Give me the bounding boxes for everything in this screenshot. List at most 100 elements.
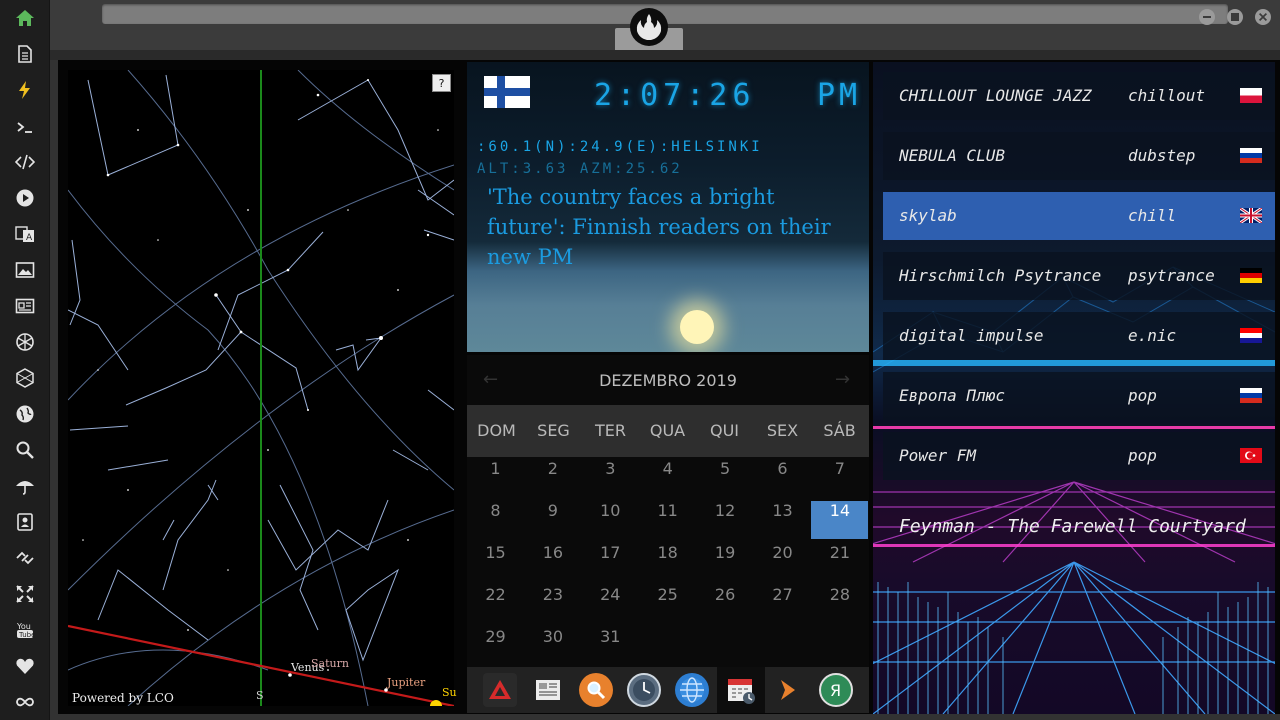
calendar-day[interactable]: 15 xyxy=(467,543,524,581)
expand-icon[interactable] xyxy=(13,582,37,606)
image-icon[interactable] xyxy=(13,258,37,282)
calendar-day[interactable]: 11 xyxy=(639,501,696,539)
translate-icon[interactable]: A xyxy=(13,222,37,246)
calendar-day[interactable]: 30 xyxy=(524,627,581,665)
hexagon-icon[interactable] xyxy=(13,366,37,390)
radio-station-row[interactable]: CHILLOUT LOUNGE JAZZ chillout xyxy=(883,72,1275,120)
calendar-day[interactable]: 19 xyxy=(697,543,754,581)
infinity-icon[interactable] xyxy=(13,690,37,714)
calendar-day[interactable]: 24 xyxy=(582,585,639,623)
sun-label: Su xyxy=(442,686,457,699)
youtube-icon[interactable]: You Tube xyxy=(13,618,37,642)
calendar-day[interactable]: 6 xyxy=(754,459,811,497)
calendar-month-title: DEZEMBRO 2019 xyxy=(599,371,737,390)
station-genre: pop xyxy=(1128,446,1157,465)
calendar-app-icon[interactable] xyxy=(724,673,758,707)
clock-app-icon[interactable] xyxy=(627,673,661,707)
now-playing-track: Feynman - The Farewell Courtyard xyxy=(899,516,1246,537)
lightning-icon[interactable] xyxy=(13,78,37,102)
calendar-day[interactable]: 28 xyxy=(811,585,868,623)
calendar-day[interactable]: 27 xyxy=(754,585,811,623)
calendar-day[interactable]: 3 xyxy=(582,459,639,497)
calendar-day[interactable]: 4 xyxy=(639,459,696,497)
germany-flag-icon xyxy=(1240,268,1262,283)
calendar-day[interactable]: 13 xyxy=(754,501,811,539)
calendar-day[interactable]: 2 xyxy=(524,459,581,497)
saturn-label: Saturn xyxy=(311,657,349,670)
poland-flag-icon xyxy=(1240,88,1262,103)
station-name: skylab xyxy=(899,206,957,225)
search-app-icon[interactable] xyxy=(579,673,613,707)
calendar-day[interactable]: 25 xyxy=(639,585,696,623)
calendar-day[interactable]: 12 xyxy=(697,501,754,539)
weekday-label: TER xyxy=(595,421,626,440)
search-icon[interactable] xyxy=(13,438,37,462)
radio-station-row[interactable]: NEBULA CLUB dubstep xyxy=(883,132,1275,180)
svg-text:You: You xyxy=(16,622,31,631)
calendar-day[interactable]: 16 xyxy=(524,543,581,581)
heart-icon[interactable] xyxy=(13,654,37,678)
red-triangle-app-icon[interactable] xyxy=(483,673,517,707)
sun-icon xyxy=(680,310,714,344)
calendar-day[interactable]: 7 xyxy=(811,459,868,497)
calendar-day[interactable]: 10 xyxy=(582,501,639,539)
calendar-day-today[interactable]: 14 xyxy=(811,501,869,539)
calendar-day[interactable]: 9 xyxy=(524,501,581,539)
clock-time: 2:07:26 xyxy=(594,78,756,113)
link-icon[interactable] xyxy=(13,546,37,570)
station-name: Power FM xyxy=(899,446,977,465)
skymap-help-button[interactable]: ? xyxy=(432,74,451,92)
calendar-day[interactable]: 26 xyxy=(697,585,754,623)
calendar-day[interactable]: 23 xyxy=(524,585,581,623)
globe-icon[interactable] xyxy=(13,402,37,426)
calendar-day[interactable]: 20 xyxy=(754,543,811,581)
radio-station-row-selected[interactable]: skylab chill xyxy=(883,192,1275,240)
globe-app-icon[interactable] xyxy=(675,673,709,707)
sky-map[interactable] xyxy=(68,70,454,706)
calendar-next-button[interactable]: → xyxy=(835,369,850,390)
close-button[interactable] xyxy=(1255,9,1271,25)
powered-by-label: Powered by LCO xyxy=(72,691,174,705)
station-name: Hirschmilch Psytrance xyxy=(899,266,1102,285)
radio-station-row[interactable]: Power FM pop xyxy=(883,432,1275,480)
svg-text:A: A xyxy=(26,233,33,243)
station-genre: dubstep xyxy=(1128,146,1196,165)
clock-location: :60.1(N):24.9(E):HELSINKI xyxy=(477,139,763,155)
weekday-label: SÁB xyxy=(823,421,856,440)
separator-strip xyxy=(50,50,1280,60)
news-headline[interactable]: 'The country faces a bright future': Fin… xyxy=(487,182,857,272)
calendar-day[interactable]: 31 xyxy=(582,627,639,665)
calendar-day[interactable]: 1 xyxy=(467,459,524,497)
radio-station-row[interactable]: Европа Плюс pop xyxy=(883,372,1275,420)
news-app-icon[interactable] xyxy=(531,673,565,707)
yandex-app-icon[interactable]: Я xyxy=(819,673,853,707)
aperture-icon[interactable] xyxy=(13,330,37,354)
terminal-icon[interactable] xyxy=(13,115,37,139)
calendar-day[interactable]: 18 xyxy=(639,543,696,581)
code-icon[interactable] xyxy=(13,150,37,174)
south-label: S xyxy=(256,689,264,702)
calendar-day[interactable]: 21 xyxy=(811,543,868,581)
arrow-app-icon[interactable] xyxy=(771,673,805,707)
finland-flag-icon xyxy=(484,76,530,108)
maximize-button[interactable] xyxy=(1227,9,1243,25)
calendar-day[interactable]: 29 xyxy=(467,627,524,665)
calendar-day[interactable]: 17 xyxy=(582,543,639,581)
russia-flag-icon xyxy=(1240,148,1262,163)
app-sidebar: A You Tube xyxy=(0,0,50,720)
radio-station-row[interactable]: digital impulse e.nic xyxy=(883,312,1275,360)
umbrella-icon[interactable] xyxy=(13,474,37,498)
calendar-day[interactable]: 8 xyxy=(467,501,524,539)
desktop: A You Tube ? Venus Saturn Jupiter Su S P… xyxy=(0,0,1280,720)
radio-station-row[interactable]: Hirschmilch Psytrance psytrance xyxy=(883,252,1275,300)
uk-flag-icon xyxy=(1240,208,1262,223)
home-icon[interactable] xyxy=(13,6,37,30)
minimize-button[interactable] xyxy=(1199,9,1215,25)
calendar-day[interactable]: 5 xyxy=(697,459,754,497)
document-icon[interactable] xyxy=(13,42,37,66)
contact-icon[interactable] xyxy=(13,510,37,534)
play-icon[interactable] xyxy=(13,186,37,210)
news-icon[interactable] xyxy=(13,294,37,318)
svg-text:Tube: Tube xyxy=(18,631,35,639)
calendar-day[interactable]: 22 xyxy=(467,585,524,623)
